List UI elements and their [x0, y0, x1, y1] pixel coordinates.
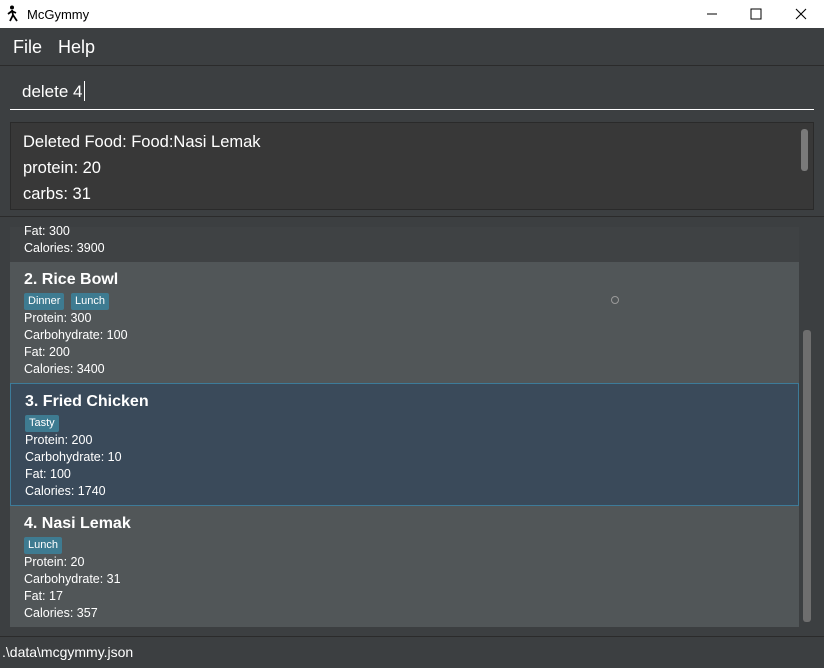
- result-display: Deleted Food: Food:Nasi Lemak protein: 2…: [10, 122, 814, 210]
- tag-label: Lunch: [71, 293, 109, 310]
- result-scrollbar[interactable]: [801, 129, 808, 171]
- maximize-button[interactable]: [733, 0, 779, 28]
- command-text: delete 4: [22, 82, 83, 101]
- command-input[interactable]: delete 4: [10, 76, 814, 110]
- food-fat: Fat: 300: [24, 224, 70, 238]
- food-calories: Calories: 357: [24, 606, 98, 620]
- result-line: carbs: 31: [23, 185, 91, 203]
- tag-label: Lunch: [24, 537, 62, 554]
- list-item-selected[interactable]: 3. Fried Chicken Tasty Protein: 200 Carb…: [10, 383, 799, 506]
- food-name: 2. Rice Bowl: [24, 271, 119, 288]
- result-line: protein: 20: [23, 159, 101, 177]
- food-protein: Protein: 300: [24, 311, 92, 325]
- food-carbs: Carbohydrate: 10: [25, 450, 122, 464]
- tag-label: Tasty: [25, 415, 59, 432]
- minimize-icon: [706, 8, 718, 20]
- list-scrollbar[interactable]: [803, 330, 811, 622]
- stick-figure-icon: [6, 5, 22, 23]
- list-item[interactable]: 2. Rice Bowl Dinner Lunch Protein: 300 C…: [10, 262, 799, 383]
- save-location: .\data\mcgymmy.json: [2, 644, 134, 660]
- text-caret: [83, 81, 85, 101]
- window-title: McGymmy: [27, 7, 90, 22]
- food-name: 3. Fried Chicken: [25, 393, 149, 410]
- food-carbs: Carbohydrate: 31: [24, 572, 121, 586]
- mouse-cursor-indicator: [611, 296, 619, 304]
- food-protein: Protein: 200: [25, 433, 93, 447]
- result-line: Deleted Food: Food:Nasi Lemak: [23, 133, 261, 151]
- food-name: 4. Nasi Lemak: [24, 515, 131, 532]
- tag-label: Dinner: [24, 293, 65, 310]
- food-fat: Fat: 200: [24, 345, 70, 359]
- food-protein: Protein: 20: [24, 555, 85, 569]
- food-fat: Fat: 100: [25, 467, 71, 481]
- food-calories: Calories: 1740: [25, 484, 106, 498]
- minimize-button[interactable]: [689, 0, 735, 28]
- list-item[interactable]: Fat: 300 Calories: 3900: [10, 224, 799, 262]
- menu-help[interactable]: Help: [58, 37, 95, 58]
- food-calories: Calories: 3900: [24, 241, 105, 255]
- list-item[interactable]: 4. Nasi Lemak Lunch Protein: 20 Carbohyd…: [10, 506, 799, 627]
- food-calories: Calories: 3400: [24, 362, 105, 376]
- menu-file[interactable]: File: [13, 37, 42, 58]
- food-list: Fat: 300 Calories: 3900 2. Rice Bowl Din…: [0, 217, 824, 635]
- title-bar: McGymmy: [0, 0, 824, 28]
- command-box: delete 4: [0, 66, 824, 116]
- maximize-icon: [750, 8, 762, 20]
- close-button[interactable]: [778, 0, 824, 28]
- food-fat: Fat: 17: [24, 589, 63, 603]
- status-bar: .\data\mcgymmy.json: [0, 636, 824, 668]
- food-carbs: Carbohydrate: 100: [24, 328, 128, 342]
- close-icon: [795, 8, 807, 20]
- menu-bar: File Help: [0, 28, 824, 66]
